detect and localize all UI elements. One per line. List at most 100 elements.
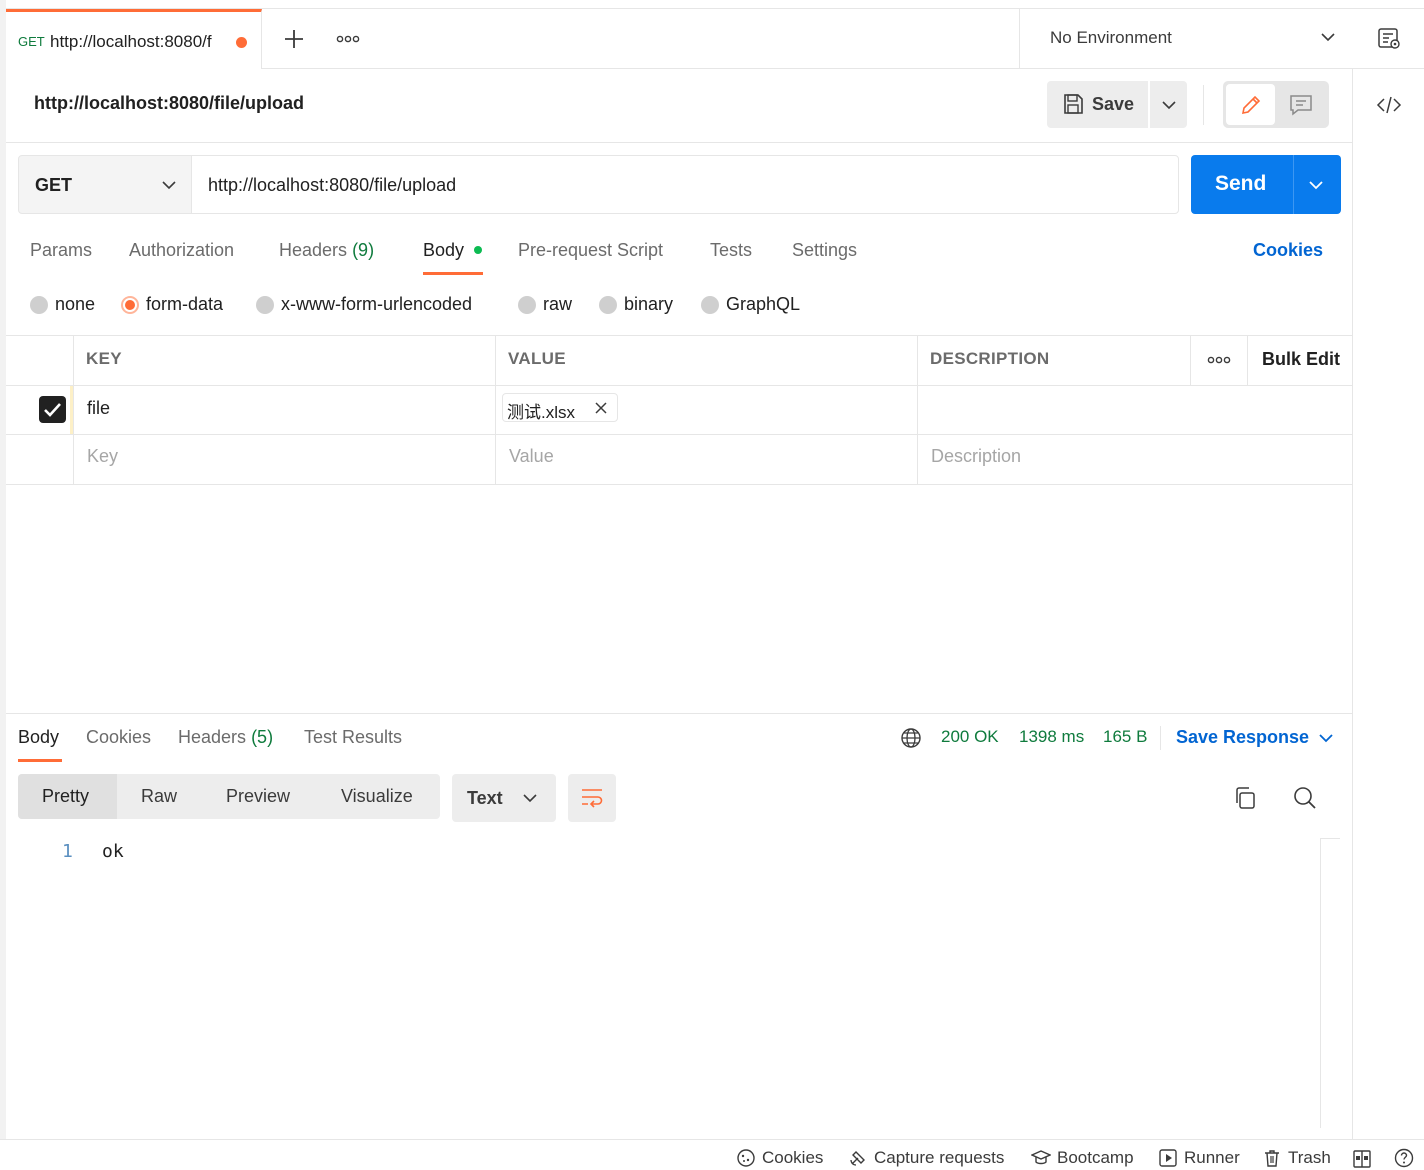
- tab-url: http://localhost:8080/f: [50, 32, 212, 51]
- help-icon[interactable]: [1394, 1148, 1414, 1168]
- comments-icon[interactable]: [1289, 93, 1313, 117]
- row-key[interactable]: file: [87, 398, 110, 419]
- save-response-button[interactable]: Save Response: [1176, 727, 1309, 748]
- checkmark-icon: [44, 403, 61, 417]
- radio-urlencoded[interactable]: [256, 296, 274, 314]
- statusbar-runner[interactable]: Runner: [1158, 1148, 1240, 1168]
- right-sidebar: [1352, 69, 1424, 1139]
- response-tab-headers[interactable]: Headers (5): [178, 727, 273, 748]
- request-tab[interactable]: GET http://localhost:8080/f: [6, 9, 262, 69]
- radio-binary-label[interactable]: binary: [624, 294, 673, 315]
- line-number: 1: [62, 841, 73, 862]
- column-options-icon[interactable]: [1207, 354, 1231, 366]
- url-input[interactable]: http://localhost:8080/file/upload: [191, 155, 1179, 214]
- tab-settings[interactable]: Settings: [792, 240, 857, 261]
- view-preview-button[interactable]: Preview: [226, 786, 290, 807]
- globe-icon[interactable]: [900, 727, 922, 749]
- view-visualize-button[interactable]: Visualize: [341, 786, 413, 807]
- radio-graphql-label[interactable]: GraphQL: [726, 294, 800, 315]
- response-tab-test-results[interactable]: Test Results: [304, 727, 402, 748]
- request-title[interactable]: http://localhost:8080/file/upload: [34, 93, 304, 114]
- new-tab-plus-icon[interactable]: [283, 28, 305, 50]
- radio-form-data[interactable]: [121, 296, 139, 314]
- edit-mode-button[interactable]: [1226, 84, 1275, 125]
- radio-form-data-label[interactable]: form-data: [146, 294, 223, 315]
- save-button[interactable]: Save: [1047, 81, 1148, 128]
- trash-icon: [1265, 1150, 1279, 1167]
- active-tab-underline: [423, 272, 483, 275]
- status-code[interactable]: 200 OK: [941, 727, 999, 747]
- chevron-down-icon[interactable]: [1308, 180, 1324, 190]
- send-label: Send: [1215, 172, 1267, 195]
- value-input[interactable]: Value: [509, 446, 554, 467]
- radio-graphql[interactable]: [701, 296, 719, 314]
- send-button[interactable]: Send: [1191, 155, 1341, 214]
- table-col-divider: [495, 335, 496, 485]
- wrap-lines-button[interactable]: [568, 774, 616, 822]
- code-snippet-icon[interactable]: [1376, 95, 1402, 115]
- statusbar-cookies[interactable]: Cookies: [736, 1148, 823, 1168]
- row-enabled-checkbox[interactable]: [39, 396, 66, 423]
- response-size[interactable]: 165 B: [1103, 727, 1147, 747]
- format-select[interactable]: Text: [452, 774, 556, 822]
- environment-quick-look-icon[interactable]: [1377, 26, 1403, 52]
- method-label: GET: [35, 175, 73, 195]
- body-indicator-dot-icon: [474, 246, 482, 254]
- active-tab-underline: [18, 759, 62, 762]
- response-tab-body[interactable]: Body: [18, 727, 59, 748]
- view-raw-button[interactable]: Raw: [141, 786, 177, 807]
- view-pretty-label[interactable]: Pretty: [42, 786, 89, 807]
- radio-none-label[interactable]: none: [55, 294, 95, 315]
- statusbar-bootcamp[interactable]: Bootcamp: [1031, 1148, 1134, 1168]
- table-col-divider: [917, 335, 918, 485]
- description-input[interactable]: Description: [931, 446, 1021, 467]
- response-tab-cookies[interactable]: Cookies: [86, 727, 151, 748]
- radio-binary[interactable]: [599, 296, 617, 314]
- radio-none[interactable]: [30, 296, 48, 314]
- bulk-edit-button[interactable]: Bulk Edit: [1262, 349, 1340, 370]
- radio-raw-label[interactable]: raw: [543, 294, 572, 315]
- divider: [1203, 85, 1204, 125]
- environment-label: No Environment: [1050, 28, 1172, 47]
- statusbar-trash-label: Trash: [1288, 1148, 1331, 1167]
- environment-selector[interactable]: No Environment: [1019, 9, 1359, 69]
- response-tab-headers-label: Headers: [178, 727, 247, 747]
- tab-headers[interactable]: Headers (9): [279, 240, 374, 261]
- tab-authorization[interactable]: Authorization: [129, 240, 234, 261]
- tab-bar: GET http://localhost:8080/f No Environme…: [6, 9, 1424, 69]
- radio-raw[interactable]: [518, 296, 536, 314]
- pencil-icon: [1239, 93, 1263, 117]
- tab-prerequest-script[interactable]: Pre-request Script: [518, 240, 663, 261]
- response-scrollbar[interactable]: [1320, 838, 1340, 1128]
- save-options-button[interactable]: [1150, 81, 1187, 128]
- statusbar-bootcamp-label: Bootcamp: [1057, 1148, 1134, 1167]
- method-select[interactable]: GET: [18, 155, 192, 214]
- table-row-border: [6, 434, 1352, 435]
- search-icon[interactable]: [1293, 786, 1317, 810]
- format-label: Text: [467, 788, 503, 808]
- statusbar-trash[interactable]: Trash: [1262, 1148, 1331, 1168]
- cookies-link[interactable]: Cookies: [1253, 240, 1323, 261]
- copy-icon[interactable]: [1233, 786, 1257, 810]
- url-value: http://localhost:8080/file/upload: [208, 175, 457, 195]
- save-label: Save: [1092, 94, 1135, 114]
- tab-params[interactable]: Params: [30, 240, 92, 261]
- tab-body[interactable]: Body: [423, 240, 464, 261]
- left-edge: [0, 0, 6, 1170]
- remove-file-close-icon[interactable]: [595, 402, 607, 414]
- key-input[interactable]: Key: [87, 446, 118, 467]
- column-header-description: DESCRIPTION: [930, 349, 1050, 368]
- response-body-line[interactable]: ok: [102, 841, 124, 862]
- tab-tests[interactable]: Tests: [710, 240, 752, 261]
- response-divider[interactable]: [6, 713, 1352, 714]
- file-chip[interactable]: 测试.xlsx: [502, 393, 618, 422]
- two-pane-layout-icon[interactable]: [1352, 1149, 1372, 1169]
- tab-options-icon[interactable]: [336, 33, 360, 45]
- response-time[interactable]: 1398 ms: [1019, 727, 1084, 747]
- radio-urlencoded-label[interactable]: x-www-form-urlencoded: [281, 294, 472, 315]
- table-bottom-border: [6, 484, 1352, 485]
- play-icon: [1159, 1149, 1177, 1167]
- statusbar-capture-requests[interactable]: Capture requests: [848, 1148, 1004, 1168]
- chevron-down-icon[interactable]: [1318, 733, 1334, 743]
- window-top-edge: [0, 0, 1424, 9]
